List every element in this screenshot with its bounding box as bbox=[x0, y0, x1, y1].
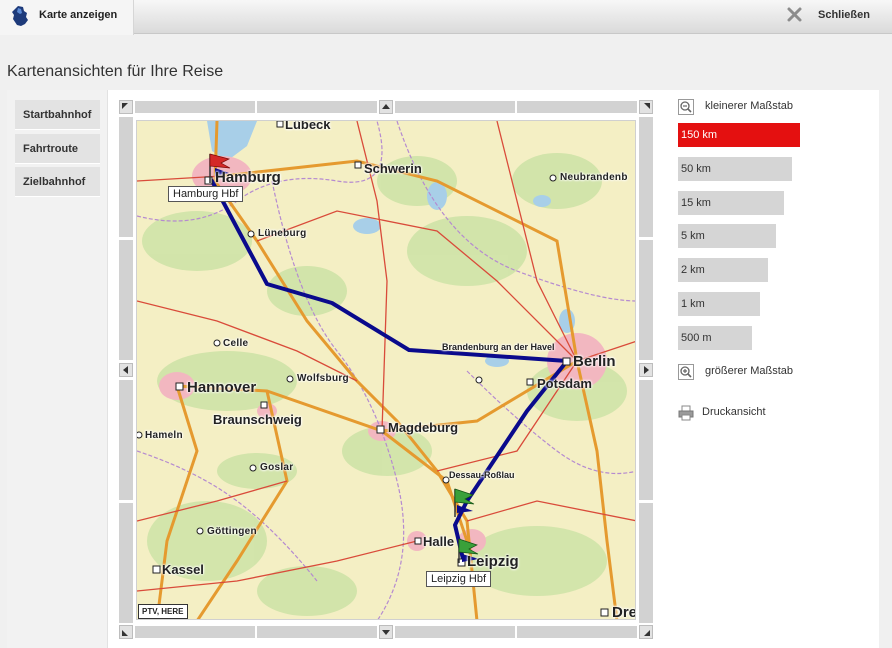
page-title: Kartenansichten für Ihre Reise bbox=[7, 63, 224, 80]
arrow-southeast-icon bbox=[644, 630, 650, 636]
map-label-dessau: Dessau-Roßlau bbox=[449, 470, 515, 480]
map-label-halle: Halle bbox=[423, 534, 455, 549]
pan-bar-bottom[interactable] bbox=[517, 626, 637, 638]
map-label-goslar: Goslar bbox=[260, 462, 294, 473]
scale-option-5km[interactable]: 5 km bbox=[678, 224, 776, 248]
end-station-label: Leipzig Hbf bbox=[426, 571, 492, 587]
arrow-southwest-icon bbox=[122, 630, 128, 636]
map-label-magdeburg: Magdeburg bbox=[388, 420, 459, 435]
pan-bar-left[interactable] bbox=[119, 503, 133, 623]
map-label-hamburg: Hamburg bbox=[215, 169, 281, 186]
nav-item-zielbahnhof[interactable]: Zielbahnhof bbox=[15, 167, 100, 197]
close-button[interactable]: Schließen bbox=[818, 9, 870, 21]
map-label-hameln: Hameln bbox=[145, 430, 183, 441]
zoom-out-button[interactable]: kleinerer Maßstab bbox=[705, 100, 793, 112]
pan-bar-right[interactable] bbox=[639, 117, 653, 237]
print-view-button[interactable]: Druckansicht bbox=[702, 406, 766, 418]
map-copyright: PTV, HERE bbox=[138, 604, 188, 619]
arrow-northeast-icon bbox=[644, 103, 650, 109]
pan-northeast-button[interactable] bbox=[639, 100, 653, 114]
arrow-down-icon bbox=[382, 630, 390, 635]
pan-northwest-button[interactable] bbox=[119, 100, 133, 114]
pan-north-button[interactable] bbox=[379, 100, 393, 114]
nav-item-fahrtroute[interactable]: Fahrtroute bbox=[15, 134, 100, 164]
map-label-wolfsburg: Wolfsburg bbox=[297, 373, 349, 384]
pan-bar-bottom[interactable] bbox=[257, 626, 377, 638]
map-label-kassel: Kassel bbox=[162, 562, 204, 577]
scale-option-50km[interactable]: 50 km bbox=[678, 157, 792, 181]
map-label-dresden: Dre bbox=[612, 604, 636, 620]
close-icon[interactable] bbox=[786, 6, 803, 23]
pan-bar-left[interactable] bbox=[119, 240, 133, 360]
map-label-potsdam: Potsdam bbox=[537, 376, 592, 391]
map-label-hannover: Hannover bbox=[187, 379, 257, 396]
pan-bar-left[interactable] bbox=[119, 117, 133, 237]
scale-option-500m[interactable]: 500 m bbox=[678, 326, 752, 350]
scale-option-1km[interactable]: 1 km bbox=[678, 292, 760, 316]
tab-karte-anzeigen[interactable]: Karte anzeigen bbox=[0, 0, 134, 35]
pan-south-button[interactable] bbox=[379, 625, 393, 639]
map-label-celle: Celle bbox=[223, 338, 249, 349]
zoom-out-icon[interactable] bbox=[678, 99, 694, 115]
map-label-braunschweig: Braunschweig bbox=[213, 412, 302, 427]
route-map[interactable]: Lübeck Hamburg Schwerin Neubrandenb Lüne… bbox=[136, 120, 636, 620]
print-icon[interactable] bbox=[678, 405, 694, 421]
pan-bar-top[interactable] bbox=[395, 101, 515, 113]
pan-bar-bottom[interactable] bbox=[395, 626, 515, 638]
pan-bar-right[interactable] bbox=[639, 240, 653, 360]
pan-bar-bottom[interactable] bbox=[135, 626, 255, 638]
map-label-brandenburg: Brandenburg an der Havel bbox=[442, 342, 555, 352]
map-label-lueneburg: Lüneburg bbox=[258, 228, 307, 239]
scale-option-150km[interactable]: 150 km bbox=[678, 123, 800, 147]
nav-item-startbahnhof[interactable]: Startbahnhof bbox=[15, 100, 100, 130]
map-label-schwerin: Schwerin bbox=[364, 161, 422, 176]
arrow-left-icon bbox=[123, 366, 128, 374]
pan-bar-right[interactable] bbox=[639, 380, 653, 500]
map-label-luebeck: Lübeck bbox=[285, 120, 331, 132]
pan-bar-top[interactable] bbox=[517, 101, 637, 113]
map-label-neubrandenburg: Neubrandenb bbox=[560, 172, 628, 183]
scale-option-15km[interactable]: 15 km bbox=[678, 191, 784, 215]
pan-bar-right[interactable] bbox=[639, 503, 653, 623]
arrow-northwest-icon bbox=[122, 103, 128, 109]
pan-southeast-button[interactable] bbox=[639, 625, 653, 639]
pan-southwest-button[interactable] bbox=[119, 625, 133, 639]
pan-bar-top[interactable] bbox=[257, 101, 377, 113]
arrow-up-icon bbox=[382, 104, 390, 109]
start-station-label: Hamburg Hbf bbox=[168, 186, 244, 202]
zoom-in-icon[interactable] bbox=[678, 364, 694, 380]
map-label-berlin: Berlin bbox=[573, 353, 616, 370]
pan-west-button[interactable] bbox=[119, 363, 133, 377]
pan-bar-left[interactable] bbox=[119, 380, 133, 500]
scale-option-2km[interactable]: 2 km bbox=[678, 258, 768, 282]
zoom-in-button[interactable]: größerer Maßstab bbox=[705, 365, 793, 377]
arrow-right-icon bbox=[644, 366, 649, 374]
pan-bar-top[interactable] bbox=[135, 101, 255, 113]
map-label-goettingen: Göttingen bbox=[207, 526, 257, 537]
pan-east-button[interactable] bbox=[639, 363, 653, 377]
map-label-leipzig: Leipzig bbox=[467, 553, 519, 570]
tab-label: Karte anzeigen bbox=[39, 9, 118, 21]
top-bar: Karte anzeigen Schließen bbox=[0, 0, 892, 35]
view-nav: Startbahnhof Fahrtroute Zielbahnhof bbox=[7, 90, 108, 648]
germany-map-icon bbox=[12, 6, 28, 26]
